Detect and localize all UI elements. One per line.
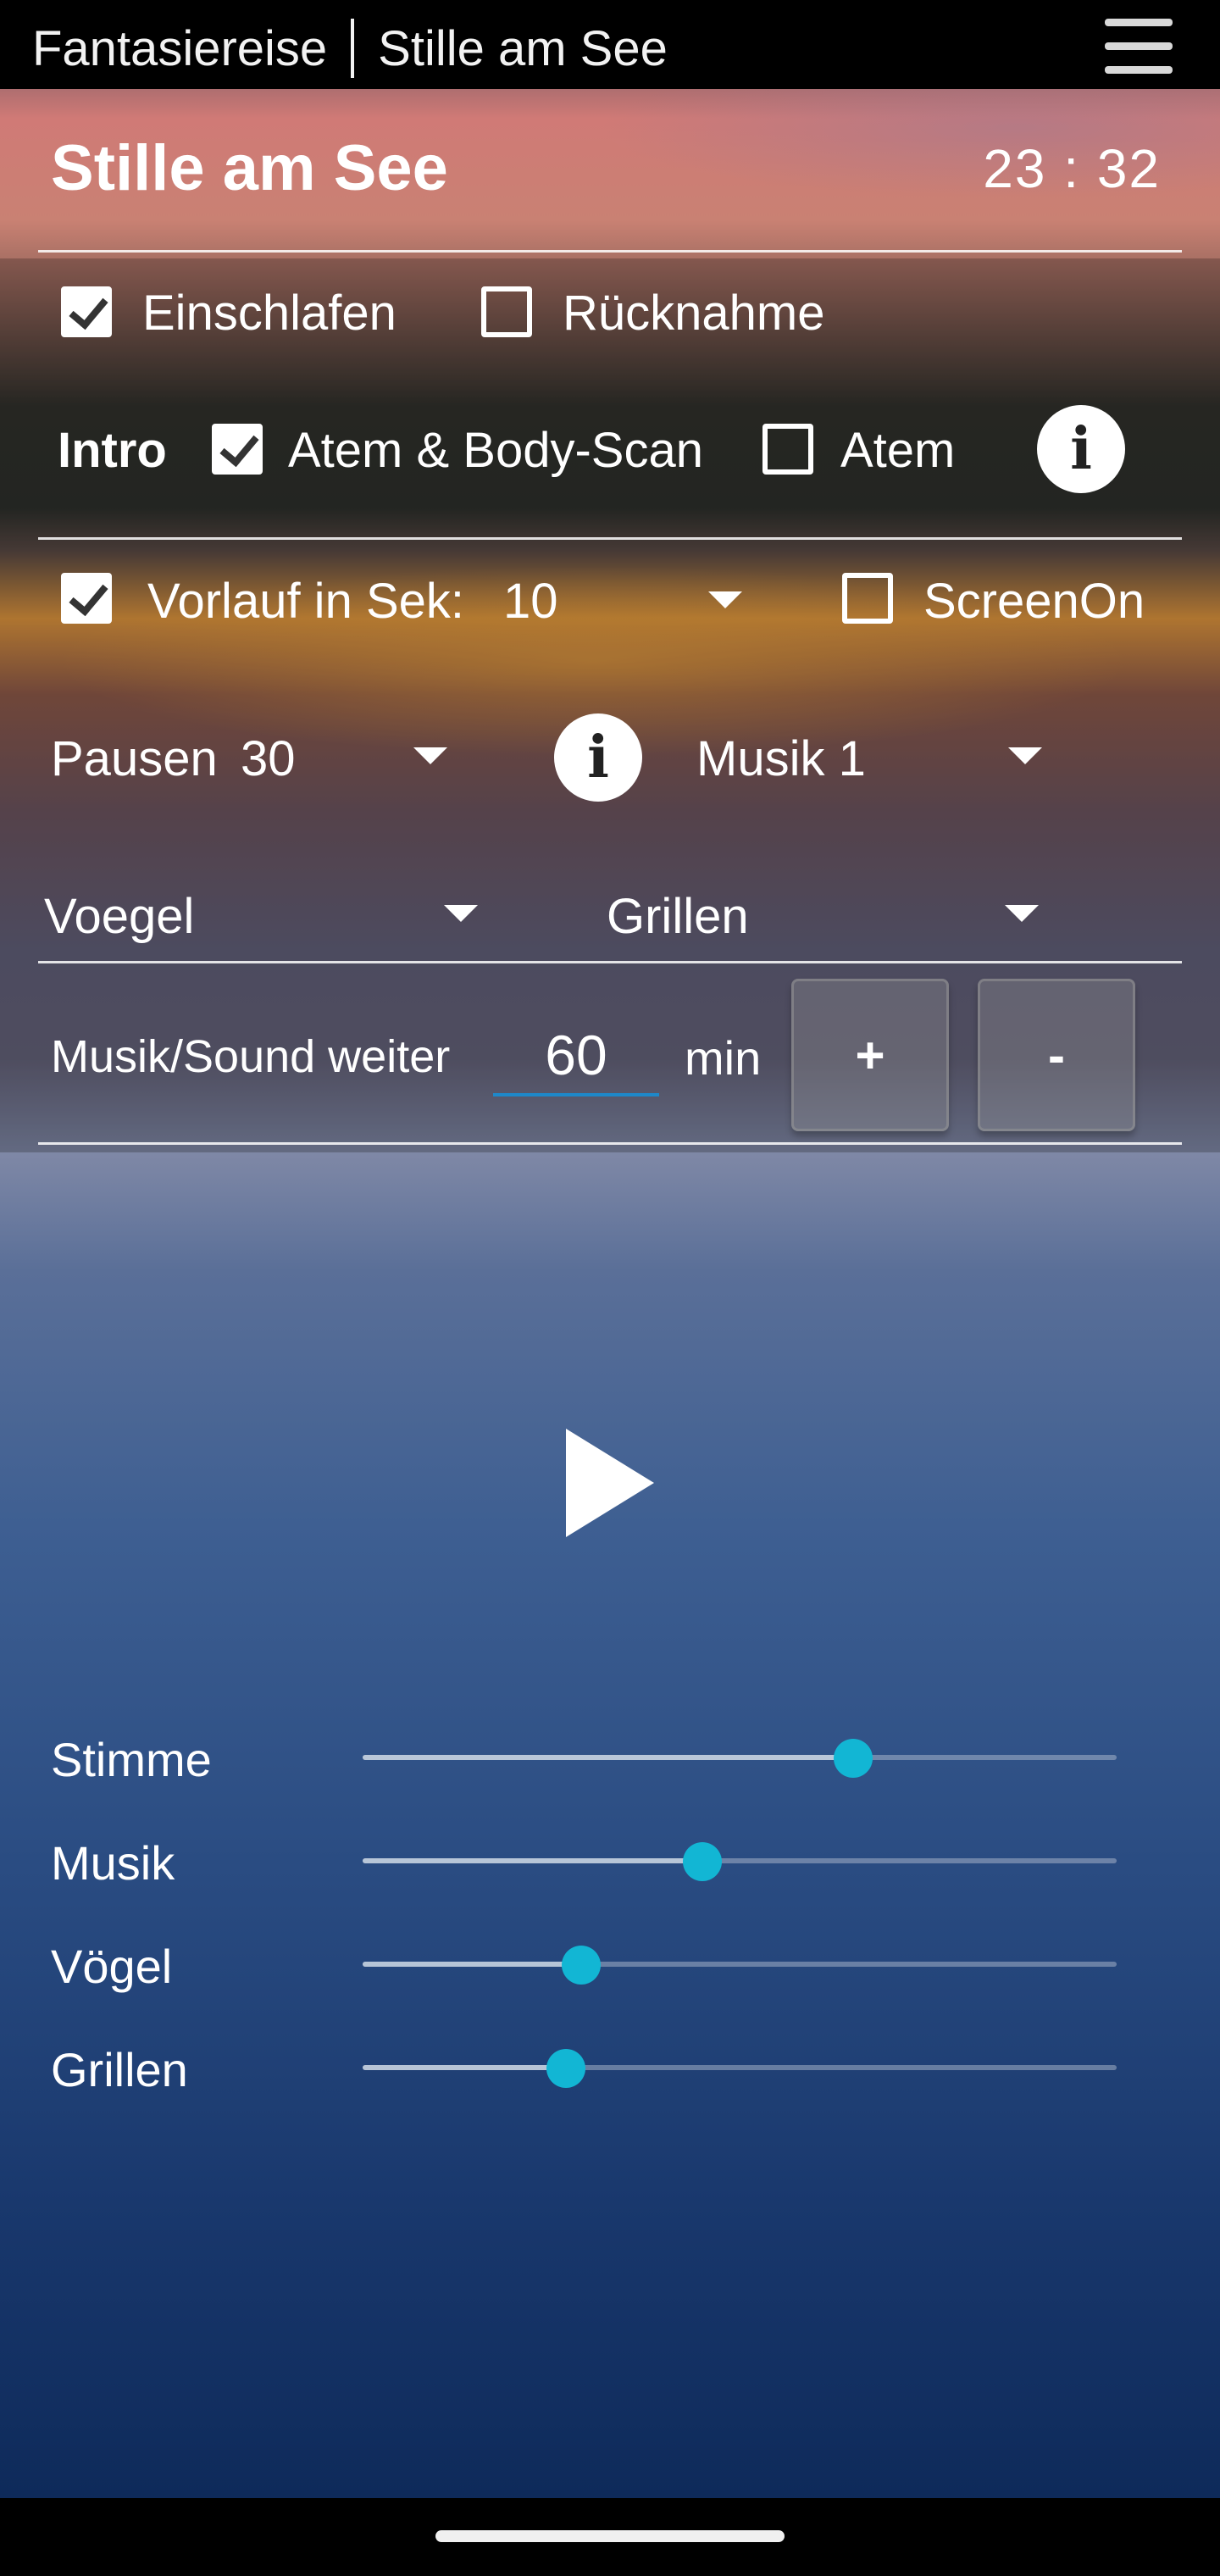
- ruecknahme-label[interactable]: Rücknahme: [563, 285, 824, 341]
- vorlauf-label: Vorlauf in Sek:: [147, 574, 464, 629]
- play-icon[interactable]: [566, 1429, 654, 1537]
- volume-label-voegel: Vögel: [51, 1940, 173, 1993]
- screenon-label[interactable]: ScreenOn: [923, 573, 1145, 630]
- intro-label: Intro: [58, 423, 167, 478]
- musik-chevron-down-icon[interactable]: [1008, 747, 1042, 764]
- vorlauf-checkbox[interactable]: [61, 573, 112, 624]
- pausen-label: Pausen: [51, 731, 218, 786]
- volume-slider-musik[interactable]: [363, 1842, 1117, 1881]
- page-title: Stille am See: [51, 132, 448, 204]
- volume-label-stimme: Stimme: [51, 1733, 212, 1786]
- slider-thumb[interactable]: [682, 1842, 722, 1881]
- app-bar-title: Fantasiereise Stille am See: [32, 19, 668, 78]
- hamburger-menu-icon[interactable]: [1101, 12, 1178, 80]
- slider-thumb[interactable]: [562, 1946, 602, 1985]
- divider-continue: [38, 1142, 1182, 1145]
- atem-body-scan-checkbox[interactable]: [212, 424, 263, 475]
- atem-label[interactable]: Atem: [840, 422, 955, 479]
- continue-minutes-input[interactable]: 60: [493, 1017, 659, 1096]
- vorlauf-select-value[interactable]: 10: [503, 573, 558, 630]
- divider-header: [38, 250, 1182, 253]
- volume-slider-grillen[interactable]: [363, 2049, 1117, 2088]
- pausen-info-icon[interactable]: i: [554, 713, 642, 802]
- musik-select-value[interactable]: Musik 1: [696, 730, 866, 787]
- menu-bar-top: [1105, 19, 1173, 26]
- pausen-select-value[interactable]: 30: [241, 730, 296, 787]
- vorlauf-chevron-down-icon[interactable]: [708, 591, 742, 608]
- slider-thumb[interactable]: [833, 1739, 873, 1778]
- menu-bar-middle: [1105, 42, 1173, 50]
- volume-slider-voegel[interactable]: [363, 1946, 1117, 1985]
- screen-name: Stille am See: [378, 20, 668, 76]
- sound1-select-value[interactable]: Voegel: [44, 888, 194, 945]
- continue-unit-label: min: [685, 1031, 762, 1085]
- increase-minutes-button[interactable]: +: [791, 979, 949, 1131]
- slider-fill: [363, 1755, 853, 1760]
- divider-intro: [38, 537, 1182, 540]
- menu-bar-bottom: [1105, 66, 1173, 74]
- pausen-chevron-down-icon[interactable]: [413, 747, 447, 764]
- slider-fill: [363, 1962, 582, 1967]
- ruecknahme-checkbox[interactable]: [481, 286, 532, 337]
- screenon-checkbox[interactable]: [842, 573, 893, 624]
- slider-fill: [363, 1858, 702, 1863]
- app-bar: Fantasiereise Stille am See: [0, 0, 1220, 89]
- einschlafen-label[interactable]: Einschlafen: [142, 285, 396, 341]
- atem-body-scan-label[interactable]: Atem & Body-Scan: [288, 422, 703, 479]
- slider-thumb[interactable]: [546, 2049, 586, 2088]
- app-name: Fantasiereise: [32, 20, 328, 76]
- home-gesture-handle[interactable]: [435, 2530, 785, 2542]
- sound1-chevron-down-icon[interactable]: [444, 905, 478, 922]
- sound2-select-value[interactable]: Grillen: [607, 888, 749, 945]
- volume-slider-stimme[interactable]: [363, 1739, 1117, 1778]
- slider-fill: [363, 2065, 567, 2070]
- atem-checkbox[interactable]: [762, 424, 813, 475]
- divider-sounds: [38, 961, 1182, 963]
- continue-label: Musik/Sound weiter: [51, 1031, 451, 1082]
- clock-display: 23 : 32: [983, 138, 1161, 199]
- volume-label-musik: Musik: [51, 1836, 175, 1890]
- einschlafen-checkbox[interactable]: [61, 286, 112, 337]
- title-separator: [351, 19, 355, 78]
- intro-info-icon[interactable]: i: [1037, 405, 1125, 493]
- sound2-chevron-down-icon[interactable]: [1005, 905, 1039, 922]
- decrease-minutes-button[interactable]: -: [978, 979, 1135, 1131]
- volume-label-grillen: Grillen: [51, 2043, 188, 2096]
